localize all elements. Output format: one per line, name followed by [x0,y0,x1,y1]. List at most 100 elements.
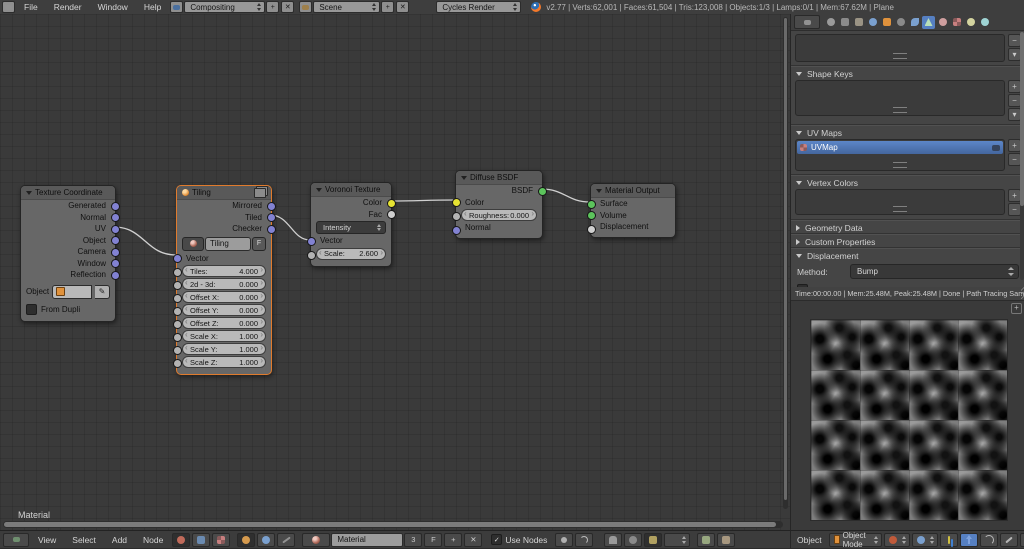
volume-input-socket[interactable] [586,211,596,221]
checker-output-socket[interactable] [266,224,276,234]
resize-grip[interactable] [893,107,907,113]
menu-help[interactable]: Help [136,2,169,12]
offset-y-input-socket[interactable] [172,307,182,316]
color-output-socket[interactable] [386,198,396,208]
scale-x-input-socket[interactable] [172,333,182,342]
tab-physics-icon[interactable] [978,16,991,29]
rotate-manipulator-icon[interactable] [979,532,998,547]
transform-orientation-dropdown[interactable]: Global [1019,532,1024,547]
vertex-groups-list[interactable] [795,34,1005,62]
material-users-count[interactable]: 3 [404,532,423,547]
material-datablock-icon[interactable] [302,532,331,547]
scale-z-slider[interactable]: Scale Z:1.000 [182,356,266,368]
shader-type-object-icon[interactable] [237,532,256,547]
render-engine-selector[interactable]: Cycles Render [436,1,522,13]
add-material-button[interactable]: + [444,532,463,547]
node-material-output[interactable]: Material Output Surface Volume Displacem… [586,183,676,238]
tab-object-icon[interactable] [880,16,893,29]
use-nodes-checkbox[interactable]: ✓ [491,534,503,545]
reflection-output-socket[interactable] [110,270,120,280]
scale-slider[interactable]: Scale:2.600 [316,247,386,260]
tiles-input-socket[interactable] [172,268,182,277]
displacement-panel-header[interactable]: Displacement [791,248,1024,262]
node-texture-coordinate[interactable]: Texture Coordinate Generated Normal UV O… [20,185,120,322]
bsdf-output-socket[interactable] [537,186,547,196]
collapse-icon[interactable] [596,188,602,193]
offset-y-slider[interactable]: Offset Y:0.000 [182,304,266,316]
node-header[interactable]: Tiling [177,186,271,200]
object-output-socket[interactable] [110,236,120,246]
horizontal-scrollbar[interactable] [3,521,783,528]
offset-x-slider[interactable]: Offset X:0.000 [182,291,266,303]
shape-keys-list[interactable] [795,80,1005,116]
scale-manipulator-icon[interactable] [999,532,1018,547]
geometry-data-panel-header[interactable]: Geometry Data [791,220,1024,234]
coloring-dropdown[interactable]: Intensity [316,221,386,234]
uv-maps-list[interactable]: UVMap [795,139,1005,171]
resize-grip[interactable] [893,206,907,212]
viewport-rendered[interactable]: Time:00:00.00 | Mem:25.48M, Peak:25.48M … [790,287,1024,530]
offset-z-input-socket[interactable] [172,320,182,329]
custom-properties-panel-header[interactable]: Custom Properties [791,234,1024,248]
tiled-output-socket[interactable] [266,213,276,223]
translate-manipulator-icon[interactable] [959,532,978,547]
camera-output-socket[interactable] [110,247,120,257]
snap-magnet-icon[interactable] [604,532,623,547]
mirrored-output-socket[interactable] [266,201,276,211]
nodetree-datablock-icon[interactable] [182,236,204,251]
scale-x-slider[interactable]: Scale X:1.000 [182,330,266,342]
collapse-icon[interactable] [316,187,322,192]
node-header[interactable]: Voronoi Texture [311,183,391,197]
uv-output-socket[interactable] [110,224,120,234]
node-header[interactable]: Diffuse BSDF [456,171,542,185]
tree-type-texture-icon[interactable] [212,532,231,547]
vertical-scrollbar[interactable] [783,17,788,509]
refresh-icon[interactable] [575,532,594,547]
color-input-socket[interactable] [451,198,461,208]
tab-render-layers-icon[interactable] [838,16,851,29]
tree-type-compositing-icon[interactable] [192,532,211,547]
tiles-slider[interactable]: Tiles:4.000 [182,265,266,277]
scale-z-input-socket[interactable] [172,359,182,368]
paste-icon[interactable] [717,532,736,547]
copy-icon[interactable] [697,532,716,547]
2d-3d-slider[interactable]: 2d - 3d:0.000 [182,278,266,290]
from-dupli-checkbox[interactable] [26,303,37,315]
resize-grip[interactable] [893,53,907,59]
normal-output-socket[interactable] [110,213,120,223]
shape-keys-panel-header[interactable]: Shape Keys [791,66,1024,80]
viewport-shading-dropdown[interactable] [883,532,910,547]
region-expand-button[interactable]: + [1011,303,1022,314]
close-scene-button[interactable]: ✕ [396,1,410,13]
editor-type-info-icon[interactable] [2,1,15,13]
collapse-icon[interactable] [461,175,467,180]
menu-add[interactable]: Add [104,535,135,545]
add-layout-button[interactable]: + [266,1,280,13]
shader-type-world-icon[interactable] [257,532,276,547]
tab-world-icon[interactable] [866,16,879,29]
tab-texture-icon[interactable] [950,16,963,29]
edit-group-icon[interactable] [254,187,266,198]
window-output-socket[interactable] [110,259,120,269]
method-dropdown[interactable]: Bump [850,264,1019,279]
fac-output-socket[interactable] [386,210,396,220]
manipulator-toggle-icon[interactable] [939,532,958,547]
generated-output-socket[interactable] [110,201,120,211]
menu-window[interactable]: Window [90,2,136,12]
vector-input-socket[interactable] [306,236,316,246]
uv-maps-panel-header[interactable]: UV Maps [791,125,1024,139]
close-layout-button[interactable]: ✕ [281,1,295,13]
nodetree-name-field[interactable]: Tiling [205,236,251,251]
menu-select[interactable]: Select [64,535,104,545]
vector-input-socket[interactable] [172,254,182,264]
shader-type-linestyle-icon[interactable] [277,532,296,547]
add-scene-button[interactable]: + [381,1,395,13]
normal-input-socket[interactable] [451,225,461,235]
menu-view[interactable]: View [30,535,64,545]
editor-type-node-icon[interactable] [3,532,29,547]
roughness-slider[interactable]: Roughness:0.000 [461,209,537,221]
uvmap-list-item[interactable]: UVMap [797,141,1003,154]
scale-y-input-socket[interactable] [172,346,182,355]
node-voronoi-texture[interactable]: Voronoi Texture Color Fac Intensity Vect… [306,182,396,267]
offset-z-slider[interactable]: Offset Z:0.000 [182,317,266,329]
